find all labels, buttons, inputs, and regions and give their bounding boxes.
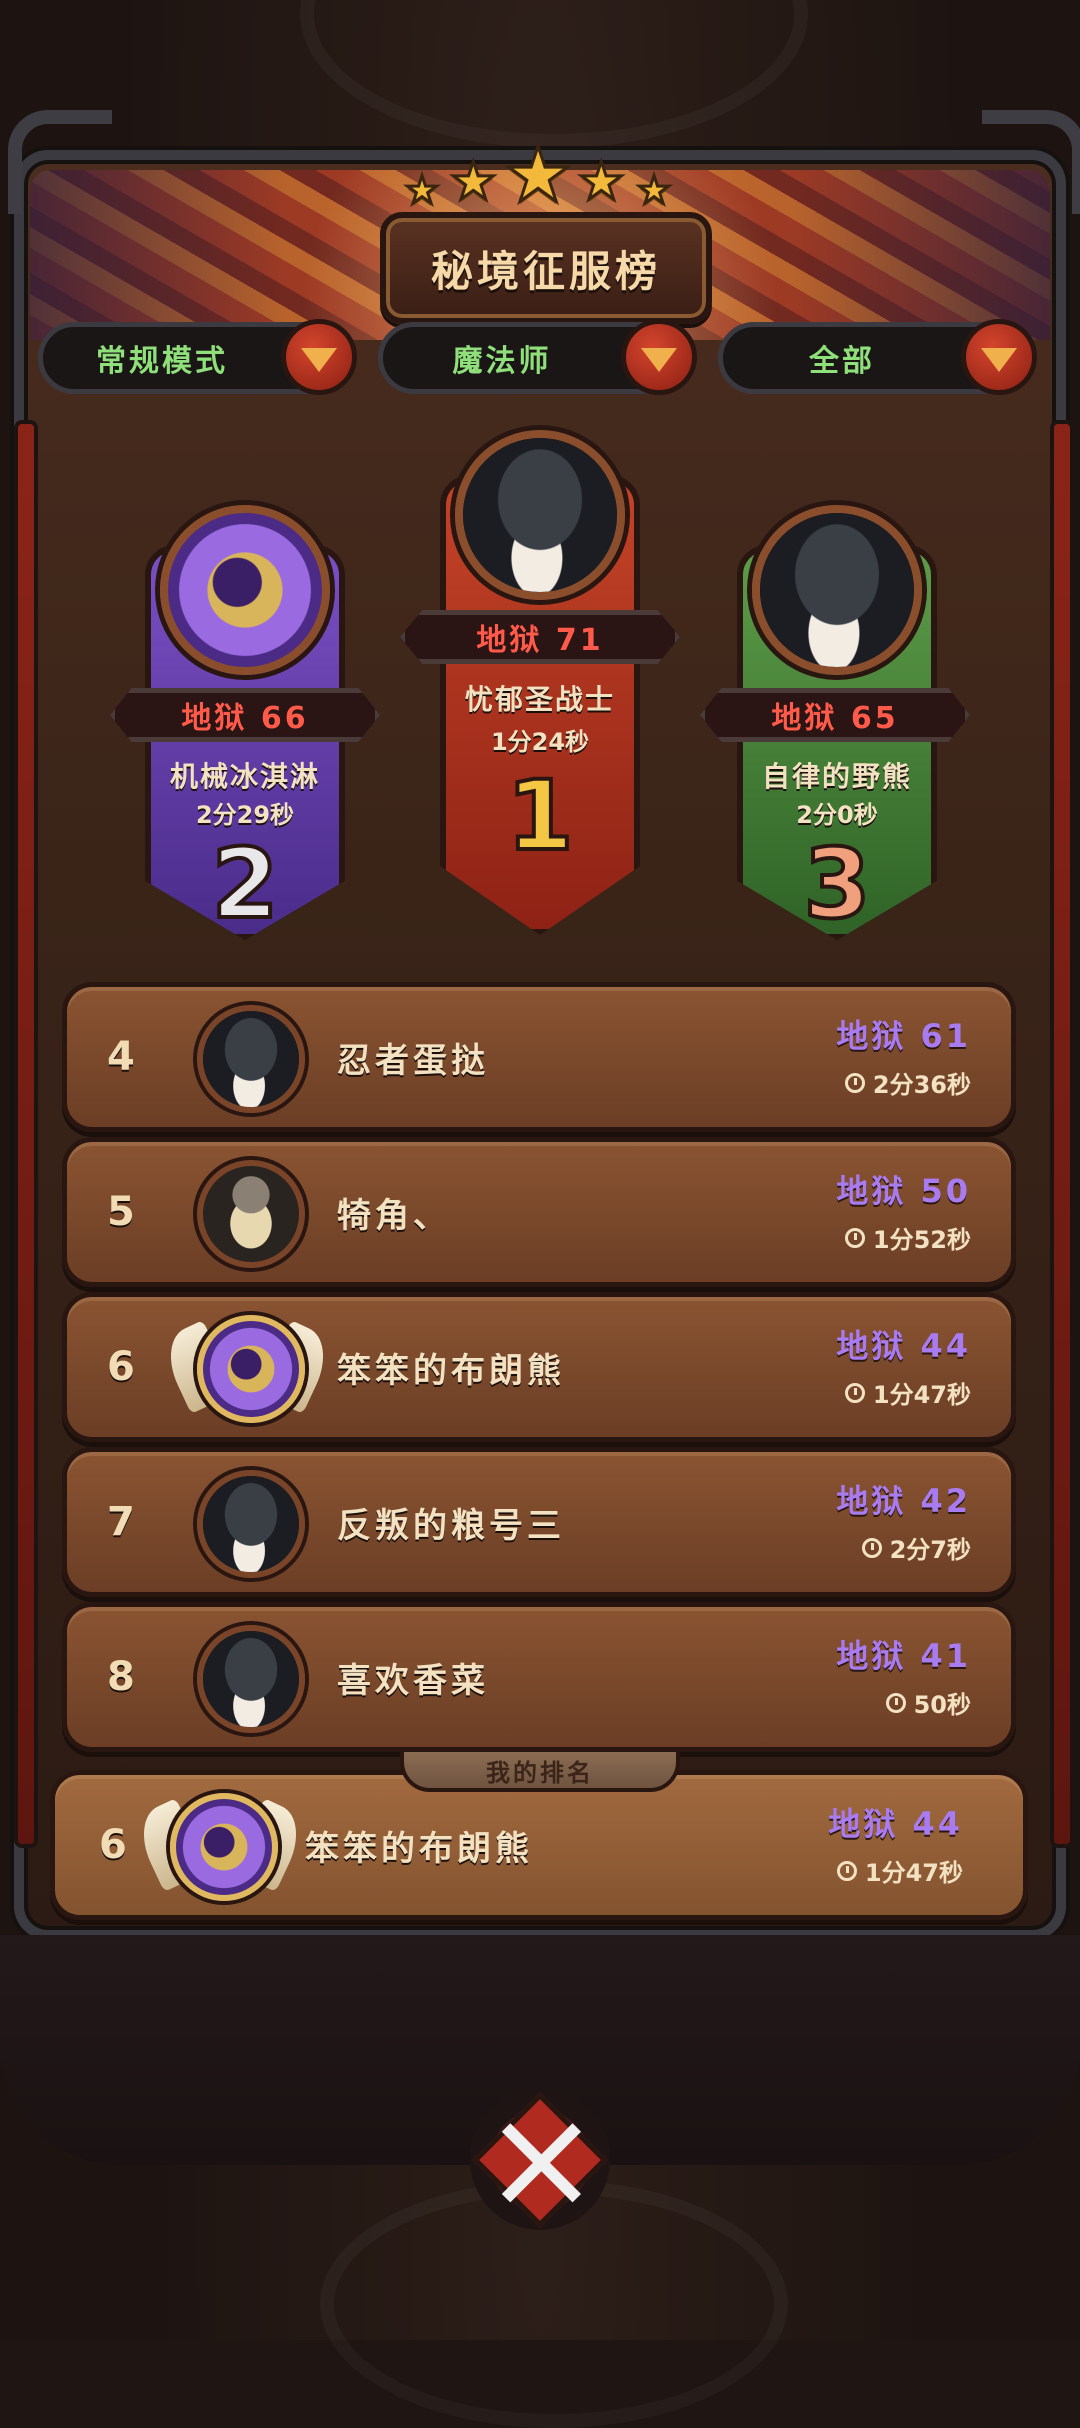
- player-time-third: 2分0秒: [796, 801, 878, 829]
- player-time: 2分36秒: [844, 1065, 971, 1100]
- level-ribbon-third: 地狱 65: [700, 688, 970, 742]
- level-ribbon-second: 地狱 66: [110, 688, 380, 742]
- filter-scope-dropdown-button[interactable]: [961, 319, 1037, 395]
- close-button[interactable]: [470, 2090, 610, 2230]
- time-value: 1分47秒: [864, 1859, 963, 1887]
- avatar[interactable]: [197, 1470, 305, 1578]
- player-name: 喜欢香菜: [337, 1660, 489, 1701]
- player-time: 1分47秒: [844, 1375, 971, 1410]
- star-icon: ★: [635, 167, 672, 214]
- my-rank-tab: 我的排名: [400, 1748, 680, 1792]
- leaderboard-row[interactable]: 8 喜欢香菜 地狱 41 50秒: [62, 1602, 1016, 1752]
- my-rank-row[interactable]: 6 笨笨的布朗熊 地狱 44 1分47秒: [50, 1770, 1028, 1920]
- player-name: 反叛的粮号三: [337, 1505, 565, 1546]
- row-rank: 8: [107, 1654, 135, 1700]
- rank-number-first: 1: [505, 758, 576, 874]
- player-time-first: 1分24秒: [490, 728, 590, 756]
- close-icon: [472, 2092, 608, 2228]
- filter-scope-label: 全部: [809, 344, 875, 379]
- filter-mode[interactable]: 常规模式: [38, 319, 357, 395]
- row-rank: 6: [107, 1344, 135, 1390]
- avatar[interactable]: [197, 1625, 305, 1733]
- rank-number-third: 3: [802, 826, 873, 942]
- row-rank: 6: [99, 1822, 127, 1868]
- side-rail-left: [14, 420, 38, 1848]
- row-rank: 5: [107, 1189, 135, 1235]
- row-rank: 4: [107, 1034, 135, 1080]
- time-value: 2分36秒: [872, 1071, 971, 1099]
- leaderboard-row[interactable]: 5 犄角、 地狱 50 1分52秒: [62, 1137, 1016, 1287]
- player-time: 1分52秒: [844, 1220, 971, 1255]
- time-value: 2分7秒: [889, 1536, 971, 1564]
- player-level: 地狱 41: [836, 1637, 971, 1675]
- clock-icon: [844, 1227, 865, 1248]
- rank-number-second: 2: [210, 826, 281, 942]
- filter-scope[interactable]: 全部: [718, 319, 1037, 395]
- player-level: 地狱 61: [836, 1017, 971, 1055]
- avatar-first[interactable]: [455, 430, 625, 600]
- star-icon: ★: [577, 151, 627, 214]
- time-value: 1分52秒: [872, 1226, 971, 1254]
- clock-icon: [885, 1692, 906, 1713]
- avatar[interactable]: [170, 1793, 278, 1901]
- row-rank: 7: [107, 1499, 135, 1545]
- clock-icon: [844, 1072, 865, 1093]
- star-icon: ★: [449, 151, 499, 214]
- player-name-first: 忧郁圣战士: [464, 683, 615, 716]
- player-name: 笨笨的布朗熊: [337, 1350, 565, 1391]
- player-level: 地狱 44: [836, 1327, 971, 1365]
- time-value: 50秒: [913, 1691, 971, 1719]
- leaderboard-row[interactable]: 6 笨笨的布朗熊 地狱 44 1分47秒: [62, 1292, 1016, 1442]
- chevron-down-icon: [301, 348, 337, 372]
- avatar-second[interactable]: [160, 505, 330, 675]
- player-name-second: 机械冰淇淋: [169, 760, 320, 793]
- filter-class-label: 魔法师: [452, 344, 552, 379]
- star-icon: ★: [403, 167, 440, 214]
- player-name-third: 自律的野熊: [761, 760, 912, 793]
- level-ribbon-first: 地狱 71: [400, 610, 680, 664]
- leaderboard-row[interactable]: 4 忍者蛋挞 地狱 61 2分36秒: [62, 982, 1016, 1132]
- side-rail-right: [1050, 420, 1074, 1848]
- filter-mode-dropdown-button[interactable]: [281, 319, 357, 395]
- player-time: 2分7秒: [861, 1530, 971, 1565]
- player-level: 地狱 42: [836, 1482, 971, 1520]
- avatar[interactable]: [197, 1005, 305, 1113]
- player-name: 笨笨的布朗熊: [305, 1828, 533, 1869]
- player-level: 地狱 44: [828, 1805, 963, 1843]
- clock-icon: [836, 1860, 857, 1881]
- avatar[interactable]: [197, 1160, 305, 1268]
- player-level: 地狱 50: [836, 1172, 971, 1210]
- star-icon: ★: [502, 129, 573, 221]
- chevron-down-icon: [981, 348, 1017, 372]
- filter-class-dropdown-button[interactable]: [621, 319, 697, 395]
- stars-decoration: ★ ★ ★ ★ ★: [0, 129, 1080, 221]
- avatar[interactable]: [197, 1315, 305, 1423]
- player-time-second: 2分29秒: [195, 801, 295, 829]
- time-value: 1分47秒: [872, 1381, 971, 1409]
- player-name: 犄角、: [337, 1195, 451, 1236]
- player-time: 1分47秒: [836, 1853, 963, 1888]
- avatar-third[interactable]: [752, 505, 922, 675]
- leaderboard-row[interactable]: 7 反叛的粮号三 地狱 42 2分7秒: [62, 1447, 1016, 1597]
- player-name: 忍者蛋挞: [337, 1040, 489, 1081]
- page-title: 秘境征服榜: [380, 212, 712, 324]
- filter-class[interactable]: 魔法师: [378, 319, 697, 395]
- filter-mode-label: 常规模式: [96, 344, 228, 379]
- clock-icon: [844, 1382, 865, 1403]
- clock-icon: [861, 1537, 882, 1558]
- player-time: 50秒: [885, 1685, 971, 1720]
- chevron-down-icon: [641, 348, 677, 372]
